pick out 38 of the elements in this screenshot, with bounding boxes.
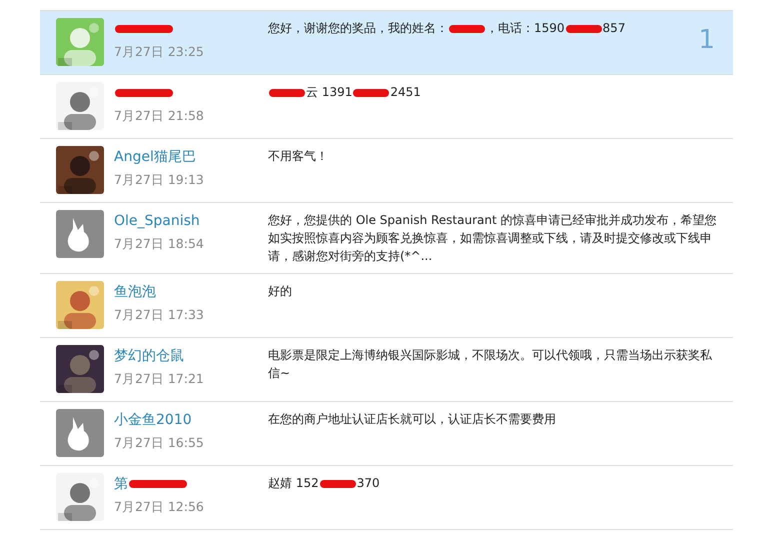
- redaction-mark: [115, 25, 173, 33]
- message-row[interactable]: 7月27日 23:25 您好，谢谢您的奖品，我的姓名： ，电话：1590 857 1: [40, 11, 733, 75]
- message-text: 云 1391: [306, 85, 352, 99]
- default-avatar-icon: [56, 409, 104, 457]
- redaction-mark: [320, 480, 356, 488]
- message-date: 7月27日 16:55: [114, 435, 205, 452]
- default-avatar-icon: [56, 210, 104, 258]
- redaction-mark: [129, 480, 187, 488]
- message-date: 7月27日 17:21: [114, 371, 205, 388]
- message-date: 7月27日 12:56: [114, 499, 205, 516]
- message-text: 370: [356, 476, 380, 490]
- user-name[interactable]: 第: [114, 475, 128, 493]
- message-text: 不用客气！: [268, 149, 328, 163]
- message-text: 赵婧 152: [268, 476, 319, 490]
- message-text: 857: [602, 21, 626, 35]
- user-name[interactable]: 鱼泡泡: [114, 283, 156, 301]
- message-text: 电影票是限定上海博纳银兴国际影城，不限场次。可以代领哦，只需当场出示获奖私信~: [268, 348, 712, 380]
- message-text: 2451: [390, 85, 421, 99]
- redaction-mark: [115, 89, 173, 97]
- user-name[interactable]: Ole_Spanish: [114, 213, 200, 229]
- message-text: 好的: [268, 284, 292, 298]
- message-date: 7月27日 19:13: [114, 172, 205, 189]
- redaction-mark: [269, 88, 305, 97]
- message-text: 您好，您提供的 Ole Spanish Restaurant 的惊喜申请已经审批并成功发布，希望您如实按照惊喜内容为顾客兑换惊喜，如需惊喜调整或下线，请及时提交修改或下线申请，感谢您对街旁的支持(*^...: [268, 213, 716, 263]
- redaction-mark: [566, 24, 602, 33]
- message-date: 7月27日 18:54: [114, 236, 205, 253]
- message-count: 1: [698, 25, 715, 55]
- message-text: ，电话：1590: [486, 21, 565, 35]
- message-text: 在您的商户地址认证店长就可以，认证店长不需要费用: [268, 412, 556, 426]
- redaction-mark: [449, 24, 485, 33]
- user-name[interactable]: 小金鱼2010: [114, 411, 192, 429]
- message-date: 7月27日 23:25: [114, 44, 205, 61]
- user-name[interactable]: Angel猫尾巴: [114, 148, 196, 166]
- user-name[interactable]: 梦幻的仓鼠: [114, 347, 184, 365]
- message-text: 您好，谢谢您的奖品，我的姓名：: [268, 21, 448, 35]
- message-date: 7月27日 21:58: [114, 108, 205, 125]
- redaction-mark: [353, 88, 390, 97]
- message-date: 7月27日 17:33: [114, 307, 205, 324]
